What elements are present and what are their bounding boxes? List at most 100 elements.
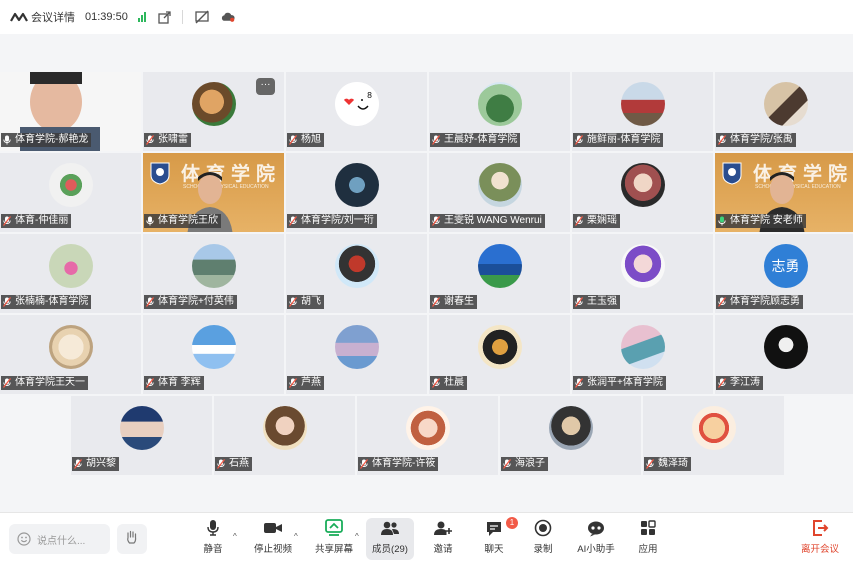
stop-video-button[interactable]: 停止视频 [252, 518, 294, 560]
apps-button[interactable]: 应用 [636, 518, 660, 560]
share-screen-button[interactable]: 共享屏幕 [313, 518, 355, 560]
participant-name: 杨旭 [301, 134, 321, 145]
chat-button[interactable]: 1 聊天 [480, 517, 518, 560]
participant-name-label: 谢春生 [430, 295, 477, 309]
participant-name-label: 体育学院顾志勇 [716, 295, 803, 309]
mute-options-chevron-icon[interactable]: ^ [233, 532, 237, 541]
meeting-details-link[interactable]: 会议详情 [31, 9, 75, 25]
participant-tile[interactable]: 栗娴瑶 [572, 153, 713, 232]
microphone-muted-icon [432, 297, 441, 307]
participant-name: 张啸雷 [158, 134, 188, 145]
participant-tile[interactable]: 胡飞 [286, 234, 427, 313]
camera-icon [263, 518, 283, 538]
participant-avatar [119, 406, 164, 450]
participant-tile[interactable]: 体育学院 SCHOOL OF PHYSICAL EDUCATION 体育学院王欣 [143, 153, 284, 232]
share-options-chevron-icon[interactable]: ^ [355, 532, 359, 541]
microphone-muted-icon [575, 216, 584, 226]
participant-name: 胡兴黎 [86, 458, 116, 469]
participant-name-label: 石燕 [215, 457, 252, 471]
participant-name-label: 体育 李辉 [144, 376, 204, 390]
bottom-toolbar: 说点什么... 静音 ^ 停止视频 ^ 共享屏幕 ^ 成员(29) 邀请 1 聊… [0, 512, 853, 565]
school-emblem-icon [721, 161, 743, 185]
participant-tile[interactable]: 王晨妤-体育学院 [429, 72, 570, 151]
participant-tile[interactable]: 体育学院王天一 [0, 315, 141, 394]
participant-tile[interactable]: 体育 李辉 [143, 315, 284, 394]
leave-meeting-button[interactable]: 离开会议 [798, 518, 842, 560]
participant-tile[interactable]: 张楠楠-体育学院 [0, 234, 141, 313]
participant-name-label: 体育学院王天一 [1, 376, 88, 390]
participant-avatar [763, 82, 808, 126]
mute-button[interactable]: 静音 [198, 518, 228, 560]
participant-name: 胡飞 [301, 296, 321, 307]
members-label: 成员(29) [372, 544, 408, 555]
participant-tile[interactable]: 体育学院-郝艳龙 [0, 72, 141, 151]
participant-tile[interactable]: ··· 张啸雷 [143, 72, 284, 151]
participant-name-label: 体育学院/刘一珩 [287, 214, 377, 228]
microphone-icon [203, 518, 223, 538]
invite-button[interactable]: 邀请 [429, 518, 457, 560]
participant-tile[interactable]: 杜晨 [429, 315, 570, 394]
participant-tile[interactable]: 张润平+体育学院 [572, 315, 713, 394]
participant-name-label: 张楠楠-体育学院 [1, 295, 92, 309]
cloud-status-icon[interactable] [221, 10, 235, 24]
microphone-muted-icon [575, 378, 584, 388]
more-options-button[interactable]: ··· [256, 78, 275, 95]
participant-name: 栗娴瑶 [587, 215, 617, 226]
participant-tile[interactable]: 海浪子 [500, 396, 641, 475]
microphone-muted-icon [289, 135, 298, 145]
divider [181, 10, 183, 24]
participant-name: 海浪子 [515, 458, 545, 469]
participant-name-label: 体育学院 安老师 [716, 214, 806, 228]
participant-tile[interactable]: 谢春生 [429, 234, 570, 313]
participant-name-label: 体育学院-郝艳龙 [1, 133, 92, 147]
participant-name-label: 王玉强 [573, 295, 620, 309]
participant-name: 体育学院/刘一珩 [301, 215, 374, 226]
add-user-icon [433, 518, 453, 538]
video-options-chevron-icon[interactable]: ^ [294, 532, 298, 541]
participant-tile[interactable]: 体育学院+付英伟 [143, 234, 284, 313]
participant-name-label: 芦燕 [287, 376, 324, 390]
microphone-active-icon [718, 216, 727, 226]
participant-tile[interactable]: 芦燕 [286, 315, 427, 394]
participant-tile[interactable]: 魏泽琦 [643, 396, 784, 475]
microphone-muted-icon [289, 216, 298, 226]
participant-tile[interactable]: 体育学院-许筱 [357, 396, 498, 475]
members-button[interactable]: 成员(29) [366, 518, 414, 560]
participant-name: 张润平+体育学院 [587, 377, 663, 388]
raise-hand-button[interactable] [117, 524, 147, 554]
participant-tile[interactable]: 体育学院/张禹 [715, 72, 853, 151]
participant-avatar [548, 406, 593, 450]
participant-name-label: 施鲜丽-体育学院 [573, 133, 664, 147]
ai-assistant-button[interactable]: AI小助手 [575, 518, 617, 560]
participant-tile[interactable]: 王雯锐 WANG Wenrui [429, 153, 570, 232]
participant-tile[interactable]: 李江涛 [715, 315, 853, 394]
emoji-icon[interactable] [17, 532, 31, 546]
participant-tile[interactable]: 体育学院 SCHOOL OF PHYSICAL EDUCATION 体育学院 安老师 [715, 153, 853, 232]
microphone-muted-icon [432, 216, 441, 226]
screen-share-disabled-icon[interactable] [195, 10, 209, 24]
participant-tile[interactable]: 体育-仲佳丽 [0, 153, 141, 232]
participant-tile[interactable]: 石燕 [214, 396, 355, 475]
participant-tile[interactable]: 王玉强 [572, 234, 713, 313]
chat-placeholder: 说点什么... [37, 535, 86, 547]
microphone-muted-icon [718, 135, 727, 145]
microphone-muted-icon [718, 297, 727, 307]
participant-tile[interactable]: 体育学院/刘一珩 [286, 153, 427, 232]
participant-avatar [691, 406, 736, 450]
chat-input[interactable]: 说点什么... [9, 524, 110, 554]
participant-name-label: 海浪子 [501, 457, 548, 471]
microphone-muted-icon [503, 459, 512, 469]
record-button[interactable]: 录制 [530, 518, 556, 560]
signal-strength-icon[interactable] [137, 12, 146, 22]
share-out-icon[interactable] [158, 10, 172, 24]
participant-name-label: 体育-仲佳丽 [1, 214, 72, 228]
participant-avatar [620, 82, 665, 126]
participant-name: 体育学院+付英伟 [158, 296, 234, 307]
participant-tile[interactable]: 胡兴黎 [71, 396, 212, 475]
participant-tile[interactable]: 8 杨旭 [286, 72, 427, 151]
participant-name-label: 王雯锐 WANG Wenrui [430, 214, 545, 228]
participant-name: 王雯锐 WANG Wenrui [444, 215, 542, 226]
participant-tile[interactable]: 施鲜丽-体育学院 [572, 72, 713, 151]
chat-label: 聊天 [484, 544, 504, 555]
participant-tile[interactable]: 志勇 体育学院顾志勇 [715, 234, 853, 313]
